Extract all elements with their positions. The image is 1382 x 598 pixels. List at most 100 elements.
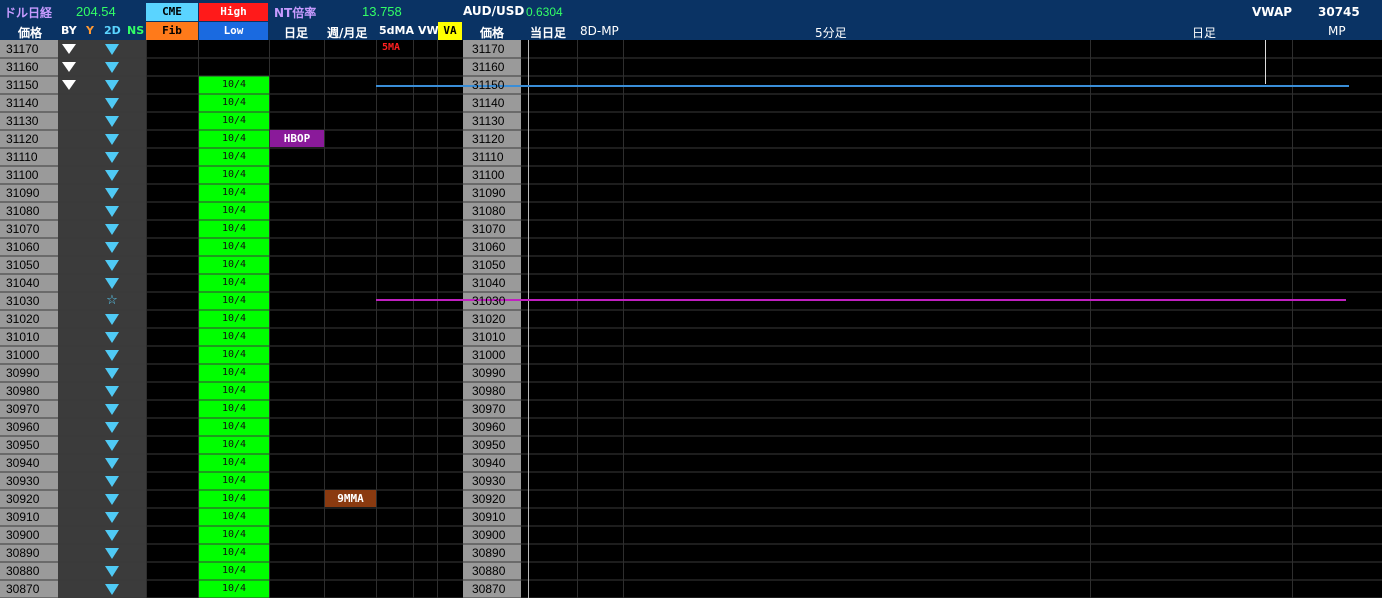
low-date-cell: 10/4: [221, 313, 247, 324]
low-date-cell: 10/4: [221, 565, 247, 576]
price-left-cell: 31120: [6, 132, 39, 146]
down-triangle-icon: [105, 98, 119, 109]
low-date-cell: 10/4: [221, 583, 247, 594]
down-triangle-icon: [105, 584, 119, 595]
price-right-cell: 31070: [472, 222, 506, 236]
separator: [269, 40, 270, 598]
5min-header: 5分足: [815, 26, 847, 40]
low-date-cell: 10/4: [221, 547, 247, 558]
low-date-cell: 10/4: [221, 385, 247, 396]
down-triangle-icon: [105, 152, 119, 163]
audusd-label: AUD/USD: [463, 4, 525, 18]
down-triangle-icon: [105, 530, 119, 541]
down-triangle-icon: [105, 206, 119, 217]
vwap-label: VWAP: [1252, 5, 1293, 19]
low-date-cell: 10/4: [221, 331, 247, 342]
down-triangle-icon: [105, 548, 119, 559]
price-right-cell: 31140: [472, 96, 505, 110]
down-triangle-icon: [105, 386, 119, 397]
va-button[interactable]: VA: [438, 22, 462, 40]
5dma-header: 5dMA: [379, 24, 414, 37]
low-date-cell: 10/4: [221, 151, 247, 162]
separator: [146, 40, 147, 598]
mp-header: MP: [1328, 24, 1346, 38]
price-left-cell: 30980: [6, 384, 40, 398]
hbop-marker: HBOP: [270, 130, 324, 147]
down-triangle-icon: [105, 62, 119, 73]
price-left-cell: 31080: [6, 204, 40, 218]
separator: [1292, 40, 1293, 598]
down-triangle-icon: [105, 134, 119, 145]
price-right-cell: 30880: [472, 564, 506, 578]
price-right-cell: 31120: [472, 132, 505, 146]
price-left-cell: 31160: [6, 60, 39, 74]
down-triangle-icon: [105, 278, 119, 289]
cme-button[interactable]: CME: [146, 3, 198, 21]
low-date-cell: 10/4: [221, 259, 247, 270]
price-right-cell: 31010: [472, 330, 506, 344]
down-triangle-icon: [105, 332, 119, 343]
low-date-cell: 10/4: [221, 529, 247, 540]
down-triangle-icon: [105, 422, 119, 433]
separator: [324, 40, 325, 598]
price-left-cell: 30970: [6, 402, 40, 416]
low-date-cell: 10/4: [221, 493, 247, 504]
price-right-cell: 31150: [472, 78, 505, 92]
low-date-cell: 10/4: [221, 277, 247, 288]
price-right-cell: 31090: [472, 186, 506, 200]
down-triangle-icon: [105, 368, 119, 379]
daily-candle-wick: [1265, 40, 1266, 84]
price-right-cell: 30920: [472, 492, 506, 506]
separator: [528, 40, 529, 598]
down-triangle-icon: [62, 44, 76, 54]
low-date-cell: 10/4: [221, 367, 247, 378]
price-left-cell: 31070: [6, 222, 40, 236]
down-triangle-icon: [105, 170, 119, 181]
down-triangle-icon: [105, 224, 119, 235]
price-left-cell: 30950: [6, 438, 40, 452]
price-left-cell: 31170: [6, 42, 39, 56]
price-right-cell: 31020: [472, 312, 506, 326]
price-right-cell: 31130: [472, 114, 505, 128]
low-date-cell: 10/4: [221, 295, 247, 306]
separator: [437, 40, 438, 598]
low-date-cell: 10/4: [221, 115, 247, 126]
down-triangle-icon: [105, 458, 119, 469]
high-button[interactable]: High: [199, 3, 268, 21]
down-triangle-icon: [105, 476, 119, 487]
price-right-cell: 31050: [472, 258, 506, 272]
price-right-cell: 31080: [472, 204, 506, 218]
price-left-cell: 31040: [6, 276, 40, 290]
price-left-cell: 30940: [6, 456, 40, 470]
low-date-cell: 10/4: [221, 421, 247, 432]
price-left-cell: 30910: [6, 510, 40, 524]
weekly-monthly-header: 週/月足: [327, 26, 368, 40]
down-triangle-icon: [62, 80, 76, 90]
down-triangle-icon: [62, 62, 76, 72]
5ma-marker: 5MA: [382, 42, 401, 53]
dollar-nikkei-value: 204.54: [76, 4, 116, 19]
down-triangle-icon: [105, 440, 119, 451]
price-left-cell: 30960: [6, 420, 40, 434]
price-left-cell: 30880: [6, 564, 40, 578]
price-left-cell: 30930: [6, 474, 40, 488]
low-date-cell: 10/4: [221, 169, 247, 180]
price-left-cell: 31130: [6, 114, 39, 128]
low-date-cell: 10/4: [221, 241, 247, 252]
price-right-cell: 30950: [472, 438, 506, 452]
price-right-cell: 31040: [472, 276, 506, 290]
down-triangle-icon: [105, 116, 119, 127]
today-header: 当日足: [530, 26, 567, 40]
price-left-cell: 31000: [6, 348, 40, 362]
price-left-cell: 31060: [6, 240, 40, 254]
fib-button[interactable]: Fib: [146, 22, 198, 40]
price-right-cell: 31060: [472, 240, 506, 254]
price-right-cell: 30960: [472, 420, 506, 434]
separator: [623, 40, 624, 598]
separator: [577, 40, 578, 598]
price-right-cell: 30900: [472, 528, 506, 542]
ns-header: NS: [127, 24, 145, 37]
price-right-cell: 31000: [472, 348, 506, 362]
down-triangle-icon: [105, 512, 119, 523]
low-button[interactable]: Low: [199, 22, 268, 40]
